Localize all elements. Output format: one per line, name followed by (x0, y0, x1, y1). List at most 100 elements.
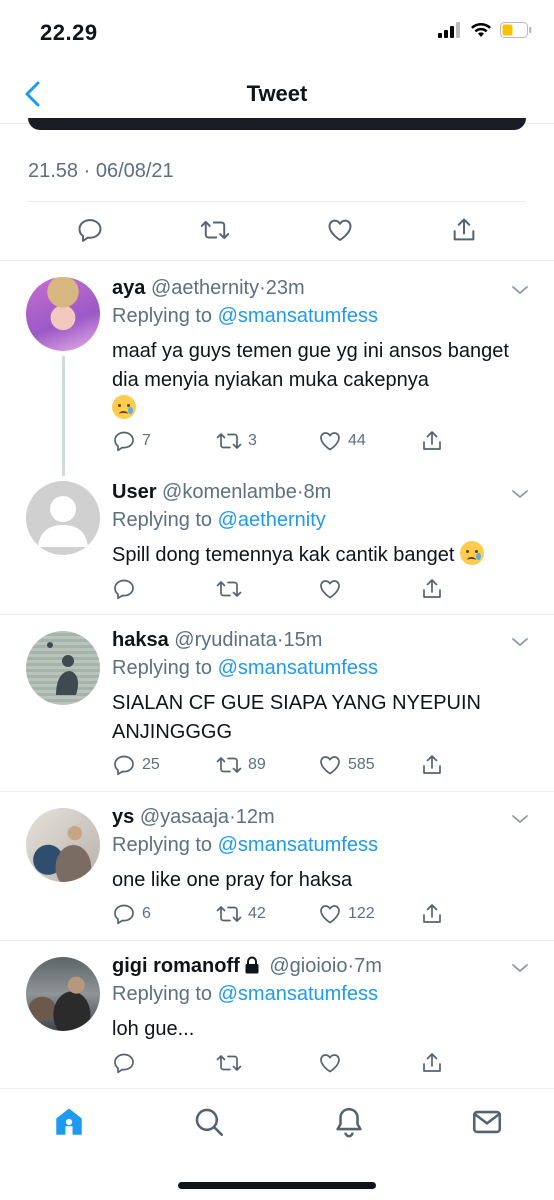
reply-button[interactable] (112, 1051, 142, 1075)
search-icon (195, 1108, 224, 1137)
share-button[interactable] (420, 429, 444, 453)
reply-tweet[interactable]: haksa @ryudinata·15m Replying to @smansa… (0, 625, 554, 791)
like-count: 585 (348, 756, 375, 773)
avatar[interactable] (26, 957, 100, 1031)
share-button[interactable] (420, 902, 444, 926)
reply-time: 7m (354, 955, 382, 977)
share-icon (423, 579, 441, 598)
mention-link[interactable]: @smansatumfess (218, 834, 378, 856)
like-button[interactable] (318, 577, 348, 601)
retweet-icon (216, 581, 242, 597)
retweet-button[interactable] (216, 1051, 248, 1075)
home-indicator[interactable] (178, 1182, 376, 1189)
reply-count: 25 (142, 756, 160, 773)
mention-link[interactable]: @smansatumfess (218, 657, 378, 679)
reply-button[interactable] (76, 216, 106, 246)
like-button[interactable]: 122 (318, 902, 375, 926)
wifi-icon (471, 23, 491, 37)
reply-actions: 7 3 44 (112, 429, 532, 459)
reply-time: 12m (235, 806, 275, 828)
chevron-down-icon[interactable] (510, 812, 530, 826)
retweet-button[interactable]: 89 (216, 753, 266, 777)
lock-icon (245, 956, 259, 974)
share-button[interactable] (420, 577, 444, 601)
page-title: Tweet (246, 81, 308, 106)
replying-to: Replying to @smansatumfess (112, 305, 378, 328)
separator-dot: · (296, 481, 304, 503)
mention-link[interactable]: @smansatumfess (218, 983, 378, 1005)
embedded-media-edge[interactable] (28, 118, 526, 130)
reply-button[interactable]: 7 (112, 429, 151, 453)
share-button[interactable] (420, 1051, 444, 1075)
display-name[interactable]: gigi romanoff (112, 955, 240, 977)
reply-text: loh gue... (112, 1018, 195, 1040)
retweet-button[interactable]: 3 (216, 429, 257, 453)
chevron-down-icon[interactable] (510, 635, 530, 649)
share-button[interactable] (450, 216, 480, 246)
user-handle[interactable]: @aethernity (151, 277, 259, 299)
like-count: 122 (348, 905, 375, 922)
tab-messages[interactable] (470, 1105, 504, 1139)
reply-tweet[interactable]: aya @aethernity·23m Replying to @smansat… (0, 273, 554, 473)
status-time: 22.29 (40, 20, 98, 45)
display-name[interactable]: ys (112, 806, 134, 828)
messages-icon (472, 1110, 502, 1134)
chevron-down-icon[interactable] (510, 487, 530, 501)
avatar[interactable] (26, 631, 100, 705)
user-handle[interactable]: @komenlambe (162, 481, 297, 503)
main-tweet-actions (28, 202, 526, 260)
reply-button[interactable]: 6 (112, 902, 151, 926)
reply-tweet[interactable]: gigi romanoff @gioioio·7m Replying to @s… (0, 951, 554, 1087)
like-button[interactable]: 585 (318, 753, 375, 777)
reply-button[interactable] (112, 577, 142, 601)
avatar-silhouette (47, 642, 78, 695)
user-handle[interactable]: @gioioio (269, 955, 347, 977)
avatar[interactable] (26, 277, 100, 351)
reply-text: one like one pray for haksa (112, 869, 353, 891)
retweet-icon (216, 1055, 242, 1071)
avatar[interactable] (26, 808, 100, 882)
reply-button[interactable]: 25 (112, 753, 160, 777)
mention-link[interactable]: @aethernity (218, 509, 326, 531)
reply-tweet[interactable]: User @komenlambe·8m Replying to @aethern… (0, 477, 554, 615)
divider (0, 614, 554, 615)
reply-actions: 6 42 122 (112, 902, 532, 932)
retweet-button[interactable] (200, 216, 230, 246)
like-button[interactable]: 44 (318, 429, 366, 453)
home-icon (56, 1108, 82, 1135)
display-name[interactable]: aya (112, 277, 145, 299)
reply-icon (114, 431, 134, 452)
reply-time: 23m (265, 277, 305, 299)
like-count: 44 (348, 432, 366, 449)
share-button[interactable] (420, 753, 444, 777)
reply-tweet[interactable]: ys @yasaaja·12m Replying to @smansatumfe… (0, 802, 554, 940)
tab-notifications[interactable] (332, 1105, 366, 1139)
like-icon (320, 756, 340, 775)
display-name[interactable]: User (112, 481, 156, 503)
retweet-icon (216, 433, 242, 449)
tab-search[interactable] (192, 1105, 226, 1139)
reply-text: SIALAN CF GUE SIAPA YANG NYEPUIN ANJINGG… (112, 692, 481, 743)
crying-face-emoji (112, 395, 136, 419)
like-button[interactable] (326, 216, 356, 246)
reply-header: aya @aethernity·23m (112, 277, 305, 300)
retweet-button[interactable]: 42 (216, 902, 266, 926)
avatar[interactable] (26, 481, 100, 555)
retweet-button[interactable] (216, 577, 248, 601)
separator-dot: · (276, 629, 284, 651)
like-icon (328, 219, 352, 241)
share-icon (423, 755, 441, 774)
status-bar: 22.29 (0, 0, 554, 64)
reply-text: Spill dong temennya kak cantik banget (112, 541, 532, 570)
default-avatar-icon (38, 496, 88, 547)
chevron-down-icon[interactable] (510, 961, 530, 975)
display-name[interactable]: haksa (112, 629, 169, 651)
replying-label: Replying to (112, 509, 213, 531)
tab-home[interactable] (52, 1105, 86, 1139)
chevron-down-icon[interactable] (510, 283, 530, 297)
user-handle[interactable]: @ryudinata (174, 629, 277, 651)
user-handle[interactable]: @yasaaja (140, 806, 229, 828)
divider (0, 791, 554, 792)
mention-link[interactable]: @smansatumfess (218, 305, 378, 327)
like-button[interactable] (318, 1051, 348, 1075)
